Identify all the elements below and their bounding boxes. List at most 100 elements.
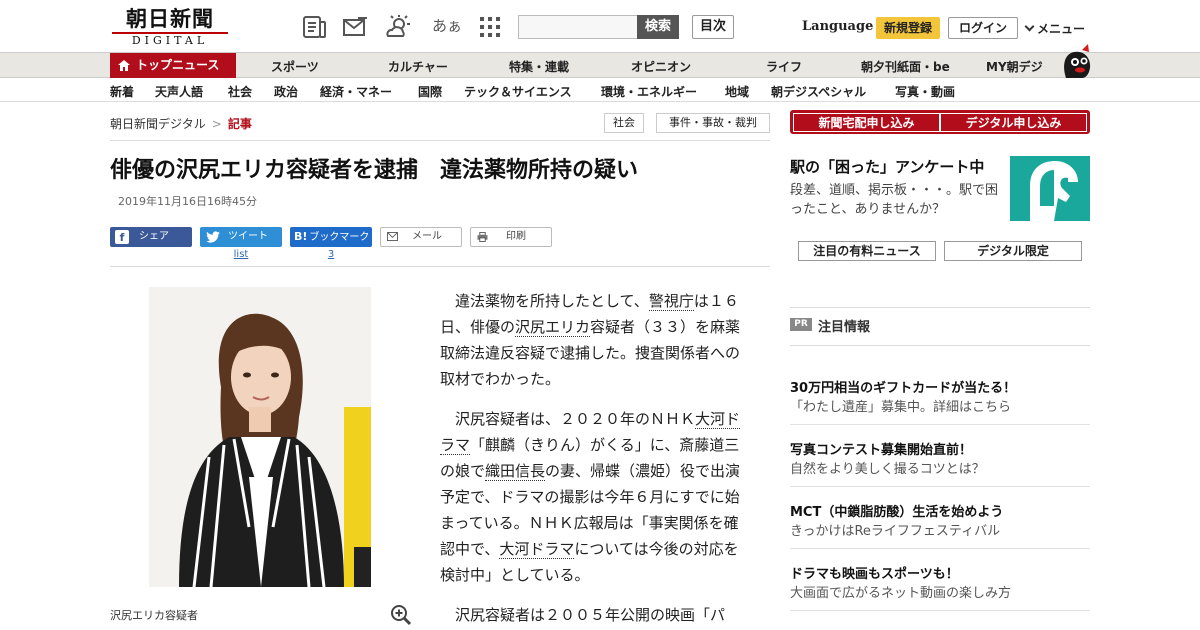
newspaper-icon[interactable] (302, 14, 328, 40)
mail-icon (387, 232, 398, 241)
digital-only-button[interactable]: デジタル限定 (944, 241, 1082, 261)
search-button[interactable]: 検索 (637, 15, 679, 39)
subscribe-paper-button[interactable]: 新聞宅配申し込み (793, 113, 940, 132)
hatena-bookmark-label: ブックマーク (309, 232, 370, 243)
pr-item-title: ドラマも映画もスポーツも！ (790, 567, 959, 582)
subnav-item-region[interactable]: 地域 (725, 83, 749, 100)
divider (790, 610, 1090, 611)
pr-item-title: 30万円相当のギフトカードが当たる！ (790, 381, 1017, 396)
twitter-share-button[interactable]: ツイート (200, 227, 282, 247)
subnav-item-special[interactable]: 朝デジスペシャル (771, 83, 866, 100)
nav-item-opinion[interactable]: オピニオン (631, 58, 691, 75)
twitter-share-label: ツイート (228, 231, 268, 242)
facebook-share-button[interactable]: f シェア (110, 227, 192, 247)
menu-button[interactable]: メニュー (1024, 20, 1085, 37)
subnav-item-tech[interactable]: テック＆サイエンス (464, 83, 572, 100)
keyword-link[interactable]: 沢尻エリカ (515, 318, 591, 337)
pr-item-description: きっかけはReライフフェスティバル (790, 524, 1001, 539)
photo-caption: 沢尻エリカ容疑者 (110, 609, 198, 622)
subscribe-digital-button[interactable]: デジタル申し込み (940, 113, 1087, 132)
mail-icon[interactable] (342, 14, 368, 40)
language-link[interactable]: Language (802, 19, 873, 34)
nav-item-features[interactable]: 特集・連載 (509, 58, 569, 75)
paid-news-button[interactable]: 注目の有料ニュース (798, 241, 936, 261)
keyword-link[interactable]: 大河ドラマ (499, 540, 575, 559)
promo-image[interactable] (1010, 156, 1090, 221)
article-paragraph: 違法薬物を所持したとして、警視庁は１６日、俳優の沢尻エリカ容疑者（３３）を麻薬取… (440, 288, 750, 392)
article-paragraph: 沢尻容疑者は、２０２０年のＮＨＫ大河ドラマ「麒麟（きりん）がくる」に、斎藤道三の… (440, 406, 750, 588)
nav-item-culture[interactable]: カルチャー (388, 58, 448, 75)
keyword-link[interactable]: 織田信長 (485, 462, 546, 481)
breadcrumb-current: 記事 (227, 117, 252, 131)
subnav-item-tenseijingo[interactable]: 天声人語 (155, 83, 203, 100)
subnav-item-latest[interactable]: 新着 (110, 83, 134, 100)
pr-item-title: 写真コンテスト募集開始直前！ (790, 443, 973, 458)
promo-text[interactable]: 段差、道順、掲示板・・・。駅で困ったこと、ありませんか？ (790, 181, 1005, 219)
login-button[interactable]: ログイン (948, 17, 1018, 39)
weather-icon[interactable] (385, 14, 411, 40)
hatena-bookmark-button[interactable]: B! ブックマーク (290, 227, 372, 247)
register-button[interactable]: 新規登録 (876, 17, 940, 39)
divider (790, 307, 1090, 308)
nav-item-my-asahi[interactable]: MY朝デジ (986, 58, 1043, 75)
subnav-item-environment[interactable]: 環境・エネルギー (601, 83, 697, 100)
pr-item[interactable]: MCT（中鎖脂肪酸）生活を始めよう きっかけはReライフフェスティバル (790, 504, 1090, 549)
nav-item-life[interactable]: ライフ (766, 58, 802, 75)
pr-item-description: 「わたし遺産」募集中。詳細はこちら (790, 400, 1012, 415)
logo-text: 朝日新聞 (126, 6, 214, 31)
mail-share-label: メール (412, 231, 442, 242)
pr-heading: 注目情報 (818, 320, 871, 335)
divider (790, 486, 1090, 487)
pr-item-description: 大画面で広がるネット動画の楽しみ方 (790, 586, 1012, 601)
keyword-link[interactable]: 警視庁 (648, 292, 694, 311)
print-icon (477, 232, 488, 242)
divider (790, 345, 1090, 346)
article-photo-image (149, 287, 371, 587)
article-paragraph: 沢尻容疑者は２００５年公開の映画「パ (455, 606, 726, 624)
pr-item-title: MCT（中鎖脂肪酸）生活を始めよう (790, 505, 1004, 520)
facebook-share-label: シェア (139, 231, 169, 242)
article-date: 2019年11月16日16時45分 (118, 195, 257, 208)
article-photo[interactable] (149, 287, 371, 587)
site-header: 朝日新聞 DIGITAL あぁ 検索 目次 Language 新規登録 ログイン… (0, 0, 1200, 52)
toc-button[interactable]: 目次 (692, 15, 734, 39)
promo-title[interactable]: 駅の「困った」アンケート中 (790, 156, 984, 177)
breadcrumb-separator: > (211, 117, 222, 131)
mail-share-button[interactable]: メール (380, 227, 462, 247)
nav-item-paper[interactable]: 朝夕刊紙面・be (861, 58, 950, 75)
font-size-icon[interactable]: あぁ (432, 15, 462, 36)
twitter-icon (206, 231, 220, 243)
hatena-icon: B! (294, 230, 308, 243)
chevron-down-icon (1024, 21, 1035, 32)
divider (110, 266, 770, 267)
pr-item[interactable]: ドラマも映画もスポーツも！ 大画面で広がるネット動画の楽しみ方 (790, 566, 1090, 611)
print-label: 印刷 (506, 231, 526, 242)
sub-nav: 新着 天声人語 社会 政治 経済・マネー 国際 テック＆サイエンス 環境・エネル… (0, 78, 1200, 102)
subnav-item-photo[interactable]: 写真・動画 (895, 83, 955, 100)
subnav-item-economy[interactable]: 経済・マネー (320, 83, 392, 100)
divider (110, 140, 770, 141)
article-body: 違法薬物を所持したとして、警視庁は１６日、俳優の沢尻エリカ容疑者（３３）を麻薬取… (440, 288, 750, 630)
pr-item[interactable]: 30万円相当のギフトカードが当たる！ 「わたし遺産」募集中。詳細はこちら (790, 380, 1090, 425)
text-segment: 違法薬物を所持したとして、 (455, 292, 649, 310)
grid-icon[interactable] (477, 14, 503, 40)
tag-society[interactable]: 社会 (604, 113, 644, 133)
subnav-item-society[interactable]: 社会 (228, 83, 252, 100)
search-input[interactable] (518, 15, 638, 39)
zoom-icon[interactable] (390, 604, 412, 626)
tag-incidents[interactable]: 事件・事故・裁判 (656, 113, 770, 133)
subnav-item-politics[interactable]: 政治 (274, 83, 298, 100)
divider (790, 548, 1090, 549)
print-button[interactable]: 印刷 (470, 227, 552, 247)
site-logo[interactable]: 朝日新聞 DIGITAL (112, 6, 228, 47)
pr-badge: PR (790, 318, 812, 331)
facebook-icon: f (115, 230, 129, 244)
pr-item-description: 自然をより美しく撮るコツとは？ (790, 462, 985, 477)
hatena-bookmark-count[interactable]: 3 (290, 249, 372, 260)
nav-top-news[interactable]: トップニュース (110, 53, 236, 78)
breadcrumb-home[interactable]: 朝日新聞デジタル (110, 117, 206, 131)
subnav-item-international[interactable]: 国際 (418, 83, 442, 100)
twitter-share-count[interactable]: list (200, 249, 282, 260)
pr-item[interactable]: 写真コンテスト募集開始直前！ 自然をより美しく撮るコツとは？ (790, 442, 1090, 487)
nav-item-sports[interactable]: スポーツ (271, 58, 319, 75)
